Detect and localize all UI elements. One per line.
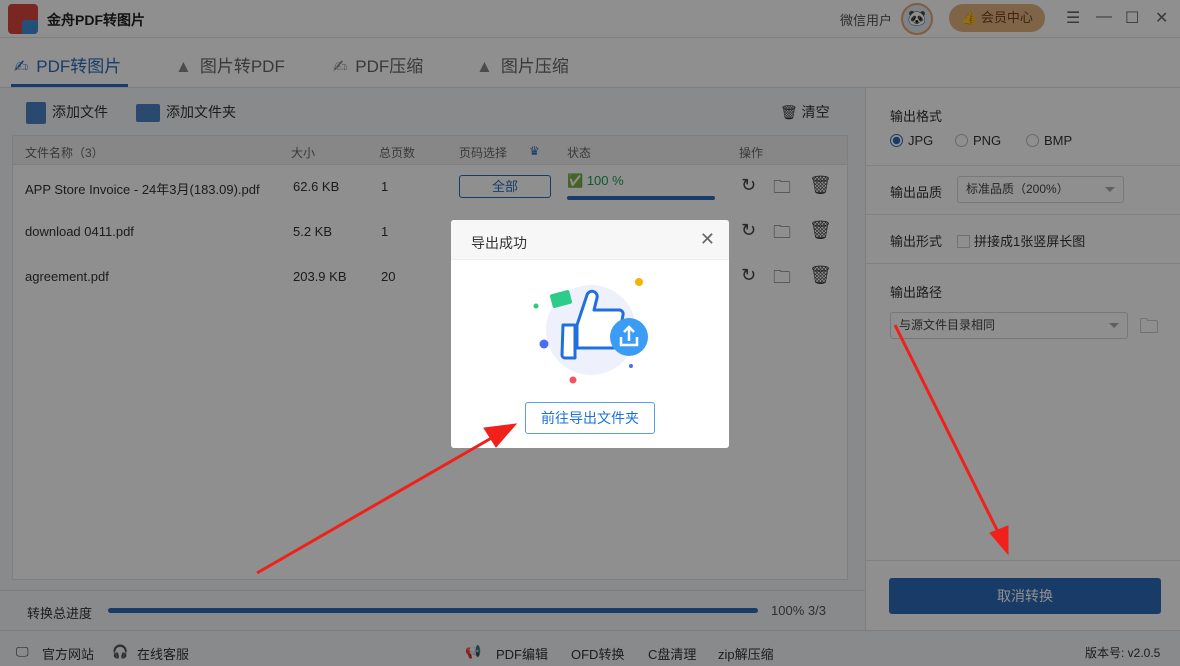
dialog-title: 导出成功	[471, 235, 527, 251]
close-icon[interactable]: ✕	[700, 229, 715, 250]
open-export-folder-button[interactable]: 前往导出文件夹	[525, 402, 655, 434]
export-success-dialog: 导出成功 ✕ 前往导出文件夹	[451, 220, 729, 448]
thumbs-up-illustration	[533, 278, 648, 384]
dialog-header: 导出成功 ✕	[451, 220, 729, 260]
